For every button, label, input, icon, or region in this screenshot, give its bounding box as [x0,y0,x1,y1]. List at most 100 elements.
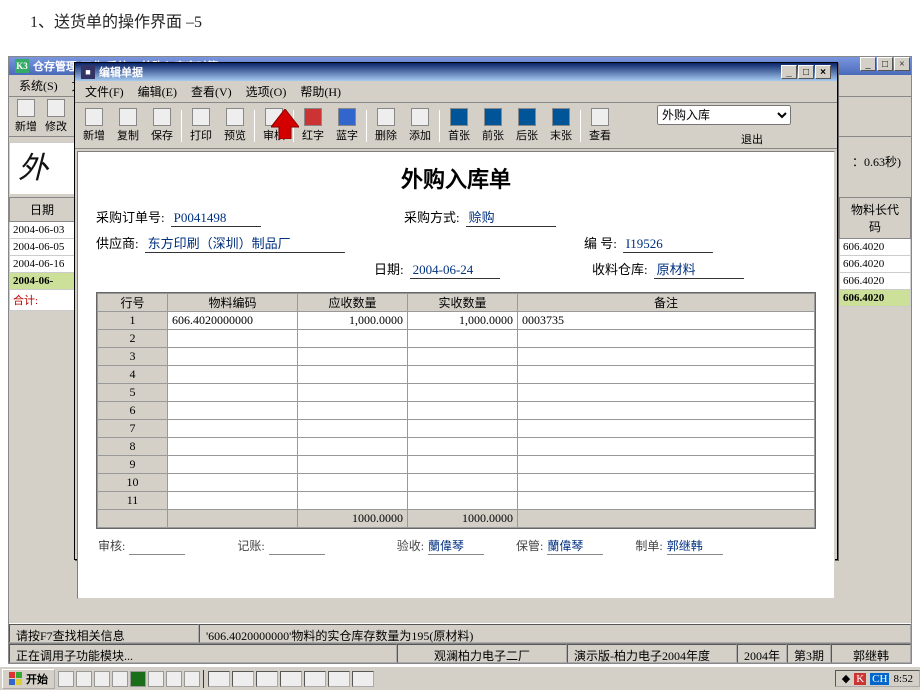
language-indicator[interactable]: CH [870,673,889,685]
supplier-label: 供应商: [96,233,139,252]
tb2-view[interactable]: 查看 [583,108,617,144]
table-row[interactable]: 8 [98,438,815,456]
minimize-button[interactable]: _ [860,57,876,71]
tb2-add[interactable]: 添加 [403,108,437,144]
status-message: '606.4020000000'物料的实仓库存数量为195(原材料) [199,624,911,643]
table-row[interactable]: 6 [98,402,815,420]
mode-value[interactable]: 赊购 [466,207,556,227]
wh-label: 收料仓库: [592,259,648,278]
taskbar-app[interactable] [328,671,350,687]
dlg-menu-option[interactable]: 选项(O) [240,81,293,102]
quicklaunch-excel-icon[interactable] [130,671,146,687]
tb2-first[interactable]: 首张 [442,108,476,144]
dialog-minimize-button[interactable]: _ [781,65,797,79]
dlg-menu-edit[interactable]: 编辑(E) [132,81,183,102]
taskbar-app[interactable] [256,671,278,687]
col-rownum[interactable]: 行号 [98,294,168,312]
material-row[interactable]: 606.4020 [839,273,911,290]
preview-icon [226,108,244,126]
tb2-copy[interactable]: 复制 [111,108,145,144]
col-due-qty[interactable]: 应收数量 [298,294,408,312]
quicklaunch-icon[interactable] [166,671,182,687]
dialog-title-text: 编辑单据 [99,64,143,80]
start-button[interactable]: 开始 [2,669,55,689]
tb2-new[interactable]: 新增 [77,108,111,144]
date-row[interactable]: 2004-06-16 [9,256,75,273]
taskbar-app[interactable] [280,671,302,687]
table-row[interactable]: 2 [98,330,815,348]
taskbar-app[interactable] [232,671,254,687]
dialog-close-button[interactable]: × [815,65,831,79]
dialog-icon: ■ [81,65,95,79]
tb2-print[interactable]: 打印 [184,108,218,144]
tray-icon[interactable]: K [854,673,866,685]
signature-row: 审核: 记账: 验收:蘭偉琴 保管:蘭偉琴 制单:郭继韩 [96,529,816,557]
dlg-menu-view[interactable]: 查看(V) [185,81,238,102]
edit-icon [47,99,65,117]
quicklaunch-icon[interactable] [76,671,92,687]
save-icon [153,108,171,126]
table-row[interactable]: 3 [98,348,815,366]
col-material[interactable]: 物料编码 [168,294,298,312]
status-period: 第3期 [787,644,831,663]
table-row[interactable]: 9 [98,456,815,474]
date-value[interactable]: 2004-06-24 [410,262,500,279]
tb2-prev[interactable]: 前张 [476,108,510,144]
new-icon [17,99,35,117]
dialog-maximize-button[interactable]: □ [798,65,814,79]
dialog-titlebar[interactable]: ■ 编辑单据 _ □ × [75,63,837,81]
app-statusbar: 正在调用子功能模块... 观澜柏力电子二厂 演示版-柏力电子2004年度 200… [9,643,911,663]
taskbar-app[interactable] [304,671,326,687]
tb2-next[interactable]: 后张 [510,108,544,144]
date-row[interactable]: 2004-06-03 [9,222,75,239]
doc-type-select[interactable]: 外购入库 [657,105,791,125]
mode-label: 采购方式: [404,207,460,226]
tray-icon[interactable]: ◆ [842,672,850,685]
quicklaunch-icon[interactable] [58,671,74,687]
table-row[interactable]: 4 [98,366,815,384]
menu-system[interactable]: 系统(S) [13,75,64,96]
tb2-preview[interactable]: 预览 [218,108,252,144]
col-note[interactable]: 备注 [518,294,815,312]
tb2-delete[interactable]: 删除 [369,108,403,144]
taskbar-app[interactable] [352,671,374,687]
tb2-red[interactable]: 红字 [296,108,330,144]
table-row[interactable]: 11 [98,492,815,510]
po-value[interactable]: P0041498 [171,210,261,227]
line-items-grid[interactable]: 行号 物料编码 应收数量 实收数量 备注 1606.40200000001,00… [96,292,816,529]
tb-edit[interactable]: 修改 [41,99,71,135]
page-heading: 1、送货单的操作界面 –5 [0,0,920,40]
quicklaunch-icon[interactable] [148,671,164,687]
wh-value[interactable]: 原材料 [654,259,744,279]
keep-value: 蘭偉琴 [547,537,603,555]
system-tray[interactable]: ◆ K CH 8:52 [835,670,920,687]
table-row[interactable]: 5 [98,384,815,402]
exit-label[interactable]: 退出 [741,131,763,147]
table-row[interactable]: 1606.40200000001,000.00001,000.000000037… [98,312,815,330]
tb2-blue[interactable]: 蓝字 [330,108,364,144]
material-row-selected[interactable]: 606.4020 [839,290,911,307]
book-label: 记账: [237,537,264,555]
date-row-selected[interactable]: 2004-06- [9,273,75,290]
dlg-menu-file[interactable]: 文件(F) [79,81,130,102]
table-row[interactable]: 10 [98,474,815,492]
maximize-button[interactable]: □ [877,57,893,71]
quicklaunch-icon[interactable] [184,671,200,687]
tb-new[interactable]: 新增 [11,99,41,135]
code-value[interactable]: I19526 [623,236,713,253]
audit-label: 审核: [98,537,125,555]
material-row[interactable]: 606.4020 [839,239,911,256]
taskbar-app[interactable] [208,671,230,687]
col-actual-qty[interactable]: 实收数量 [408,294,518,312]
date-row[interactable]: 2004-06-05 [9,239,75,256]
supplier-value[interactable]: 东方印刷（深圳）制品厂 [145,233,345,253]
close-button[interactable]: × [894,57,910,71]
dlg-menu-help[interactable]: 帮助(H) [294,81,347,102]
tb2-save[interactable]: 保存 [145,108,179,144]
table-row[interactable]: 7 [98,420,815,438]
tb2-last[interactable]: 末张 [544,108,578,144]
quicklaunch-icon[interactable] [94,671,110,687]
material-row[interactable]: 606.4020 [839,256,911,273]
quicklaunch-icon[interactable] [112,671,128,687]
total-due: 1000.0000 [298,510,408,528]
